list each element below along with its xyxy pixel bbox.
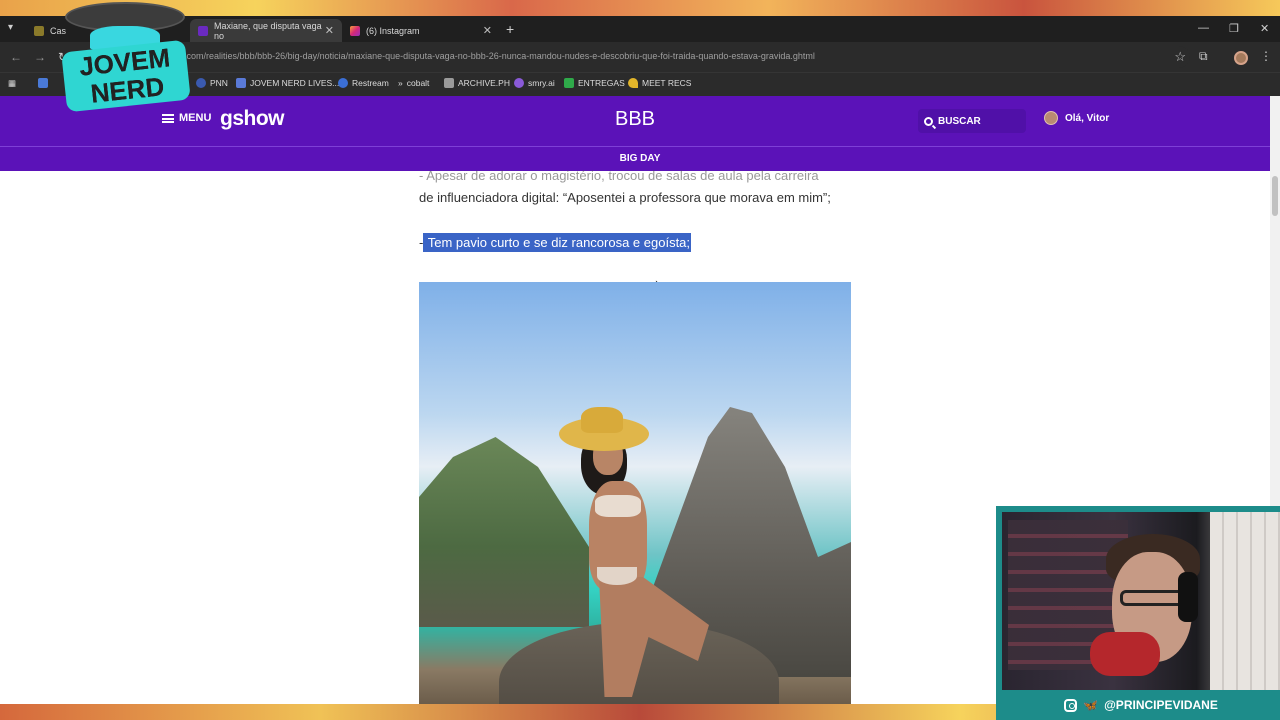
gshow-logo[interactable]: gshow xyxy=(220,107,285,131)
search-icon xyxy=(924,116,933,126)
bookmark-pnn[interactable]: PNN xyxy=(196,78,228,88)
instagram-favicon-icon xyxy=(350,25,360,36)
extensions-icon[interactable]: ⧉ xyxy=(1199,49,1208,64)
user-menu[interactable]: Olá, Vitor xyxy=(1044,111,1109,125)
paragraph-faded-line: - Apesar de adorar o magistério, trocou … xyxy=(419,168,819,183)
globe-icon xyxy=(196,78,206,88)
bookmark-entregas[interactable]: ENTREGAS xyxy=(564,78,625,88)
user-greeting: Olá, Vitor xyxy=(1065,112,1110,124)
tab-maxiane[interactable]: Maxiane, que disputa vaga no ✕ xyxy=(190,19,342,42)
section-title[interactable]: BBB xyxy=(600,108,670,131)
tab-bar: ▾ Cas Maxiane, que disputa vaga no ✕ (6)… xyxy=(0,16,1280,42)
scrollbar-thumb[interactable] xyxy=(1272,176,1278,216)
restore-icon[interactable]: ❐ xyxy=(1229,22,1239,35)
forward-arrow-icon[interactable]: → xyxy=(34,50,46,64)
site-header: MENU gshow BBB BUSCAR Olá, Vitor xyxy=(0,96,1280,146)
address-bar[interactable]: gshow.globo.com/realities/bbb/bbb-26/big… xyxy=(90,46,1190,68)
article-photo[interactable] xyxy=(419,282,851,704)
more-menu-icon[interactable]: ⋮ xyxy=(1260,49,1272,63)
close-tab-icon[interactable]: ✕ xyxy=(325,24,334,37)
bookmark-restream[interactable]: Restream xyxy=(338,78,389,88)
minimize-icon[interactable]: — xyxy=(1198,22,1209,34)
restream-icon xyxy=(338,78,348,88)
webcam-video xyxy=(1002,512,1280,690)
close-window-icon[interactable]: ✕ xyxy=(1260,22,1269,35)
chevrons-icon: » xyxy=(398,78,403,88)
browser-toolbar: ← → ↻ gshow.globo.com/realities/bbb/bbb-… xyxy=(0,42,1280,72)
profile-avatar-icon[interactable] xyxy=(1234,51,1248,65)
tab-search-chevron-icon[interactable]: ▾ xyxy=(8,22,13,33)
jovem-nerd-logo: JOVEM NERD xyxy=(60,0,191,125)
user-avatar-icon xyxy=(1044,111,1058,125)
article-paragraph-selected: - Tem pavio curto e se diz rancorosa e e… xyxy=(419,233,692,252)
archive-icon xyxy=(444,78,454,88)
microphone-icon xyxy=(1090,632,1160,676)
webcam-overlay: 🦋 @PRINCIPEVIDANE xyxy=(996,506,1280,720)
social-handle: @PRINCIPEVIDANE xyxy=(1104,698,1218,712)
favicon-icon xyxy=(34,25,44,36)
search-label: BUSCAR xyxy=(938,115,981,127)
url-text: gshow.globo.com/realities/bbb/bbb-26/big… xyxy=(134,51,815,61)
bookmark-smry[interactable]: smry.ai xyxy=(514,78,555,88)
search-button[interactable]: BUSCAR xyxy=(918,109,1026,133)
social-handle-bar: 🦋 @PRINCIPEVIDANE xyxy=(1002,690,1280,720)
tab-label: (6) Instagram xyxy=(366,25,420,36)
bookmarks-bar: ▦ PNN JOVEM NERD LIVES... Restream » coba… xyxy=(0,72,1280,96)
photo-person xyxy=(559,407,709,704)
logo-text: JOVEM NERD xyxy=(61,39,191,113)
doc-icon xyxy=(236,78,246,88)
bookmark-jovem-nerd-lives[interactable]: JOVEM NERD LIVES... xyxy=(236,78,339,88)
paragraph-line: de influenciadora digital: “Aposentei a … xyxy=(419,190,831,205)
gshow-favicon-icon xyxy=(198,25,208,36)
bookmark-cobalt[interactable]: » cobalt xyxy=(398,78,429,88)
bookmark-meet-recs[interactable]: MEET RECS xyxy=(628,78,691,88)
new-tab-plus-icon[interactable]: + xyxy=(506,21,514,37)
instagram-icon xyxy=(1064,698,1078,712)
bookmark-star-icon[interactable]: ☆ xyxy=(1174,49,1186,65)
bluesky-butterfly-icon: 🦋 xyxy=(1083,698,1099,712)
apps-grid-icon[interactable]: ▦ xyxy=(8,78,16,89)
back-arrow-icon[interactable]: ← xyxy=(10,50,22,64)
sheet-icon xyxy=(564,78,574,88)
tab-instagram[interactable]: (6) Instagram ✕ xyxy=(342,19,500,42)
smry-icon xyxy=(514,78,524,88)
drive-icon xyxy=(628,78,638,88)
selected-text[interactable]: Tem pavio curto e se diz rancorosa e ego… xyxy=(423,233,692,252)
bookmark-icon-1[interactable] xyxy=(38,78,52,88)
close-tab-icon[interactable]: ✕ xyxy=(483,24,492,37)
bookmark-archive[interactable]: ARCHIVE.PH xyxy=(444,78,510,88)
article-paragraph: - Apesar de adorar o magistério, trocou … xyxy=(419,165,859,209)
tab-label: Maxiane, que disputa vaga no xyxy=(214,20,322,41)
stream-frame-top xyxy=(0,0,1280,16)
